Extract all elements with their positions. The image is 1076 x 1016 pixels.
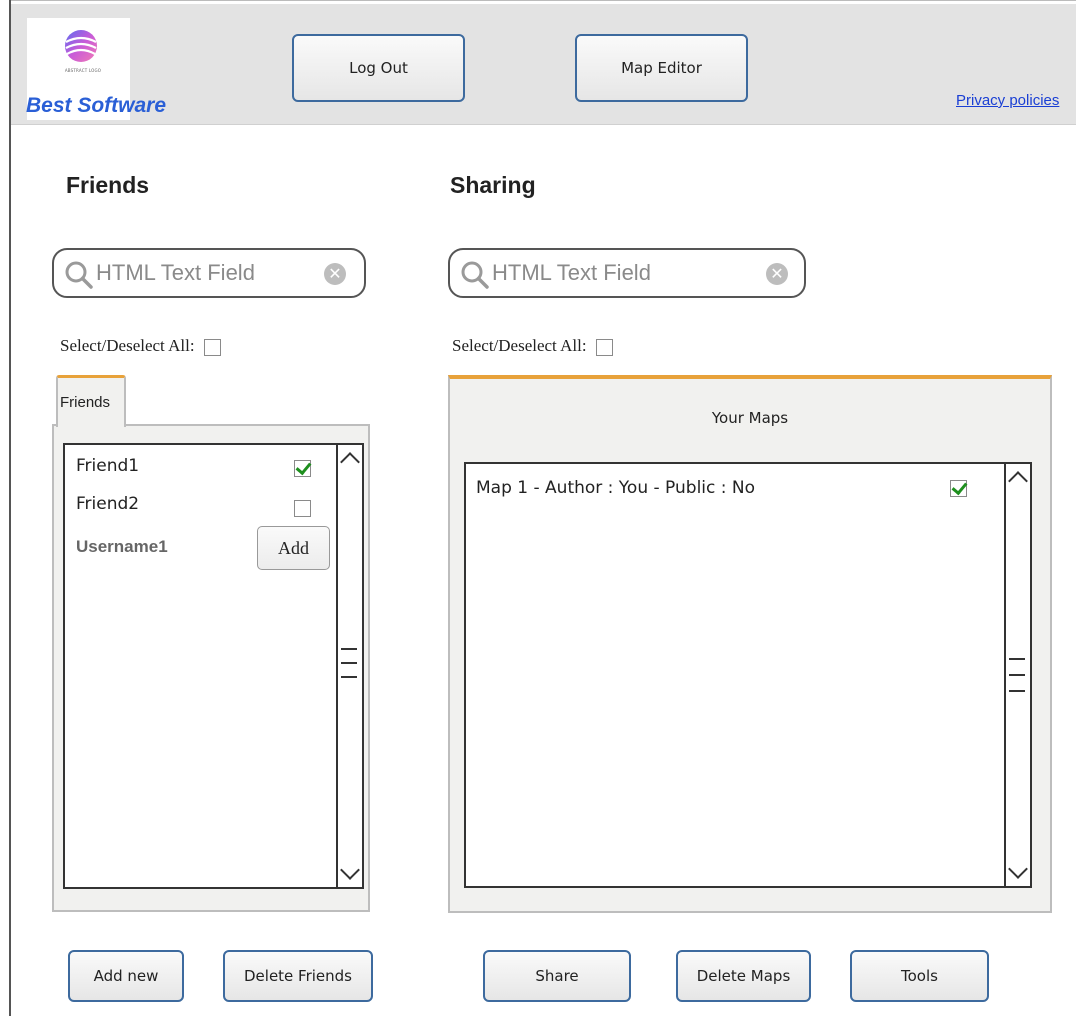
privacy-policies-link[interactable]: Privacy policies [956,92,1059,109]
sharing-search: ✕ [448,248,806,298]
scroll-thumb-line [1009,674,1025,676]
friends-select-all-checkbox[interactable] [203,338,221,356]
scroll-up-icon[interactable] [1008,471,1028,491]
friends-select-all-label: Select/Deselect All: [60,336,195,355]
friends-title: Friends [66,172,150,198]
sharing-search-input[interactable] [492,258,742,288]
tab-friends[interactable]: Friends [56,375,126,427]
tab-joint [58,422,124,427]
friend-item-label: Friend1 [76,456,140,476]
sharing-title: Sharing [450,172,536,198]
search-icon [461,261,489,289]
scroll-thumb-line [341,662,357,664]
logout-button[interactable]: Log Out [292,34,465,102]
map-item-label: Map 1 - Author : You - Public : No [476,478,756,498]
scroll-thumb-line [1009,690,1025,692]
friends-search-input[interactable] [96,258,316,288]
scroll-thumb-line [1009,658,1025,660]
sharing-select-all-checkbox[interactable] [595,338,613,356]
add-friend-button[interactable]: Add [257,526,330,570]
search-icon [65,261,93,289]
scroll-down-icon[interactable] [340,860,360,880]
friends-select-all: Select/Deselect All: [60,336,221,356]
header-bar: ABSTRACT LOGO Best Software Log Out Map … [11,4,1076,125]
window-left-border [9,0,11,1016]
maps-scrollbar[interactable] [1004,464,1030,886]
map1-checkbox[interactable] [950,480,967,497]
clear-icon[interactable]: ✕ [324,263,346,285]
add-new-friend-button[interactable]: Add new [68,950,184,1002]
scroll-thumb-line [341,648,357,650]
delete-maps-button[interactable]: Delete Maps [676,950,811,1002]
pending-username: Username1 [76,537,168,556]
friend2-checkbox[interactable] [294,500,311,517]
friends-search: ✕ [52,248,366,298]
scroll-down-icon[interactable] [1008,859,1028,879]
scroll-thumb-line [341,676,357,678]
map-editor-button[interactable]: Map Editor [575,34,748,102]
friend1-checkbox[interactable] [294,460,311,477]
maps-list [464,462,1032,888]
window-top-border [9,0,1076,1]
clear-icon[interactable]: ✕ [766,263,788,285]
your-maps-title: Your Maps [711,409,789,427]
friends-scrollbar[interactable] [336,445,362,887]
tab-friends-label: Friends [60,394,111,411]
scroll-up-icon[interactable] [340,452,360,472]
logo-text: Best Software [26,94,167,117]
logo-small-text: ABSTRACT LOGO [64,68,102,73]
sharing-select-all-label: Select/Deselect All: [452,336,587,355]
friend-item-label: Friend2 [76,494,140,514]
delete-friends-button[interactable]: Delete Friends [223,950,373,1002]
share-button[interactable]: Share [483,950,631,1002]
sharing-select-all: Select/Deselect All: [452,336,613,356]
logo-sphere-icon [65,30,97,62]
tools-button[interactable]: Tools [850,950,989,1002]
